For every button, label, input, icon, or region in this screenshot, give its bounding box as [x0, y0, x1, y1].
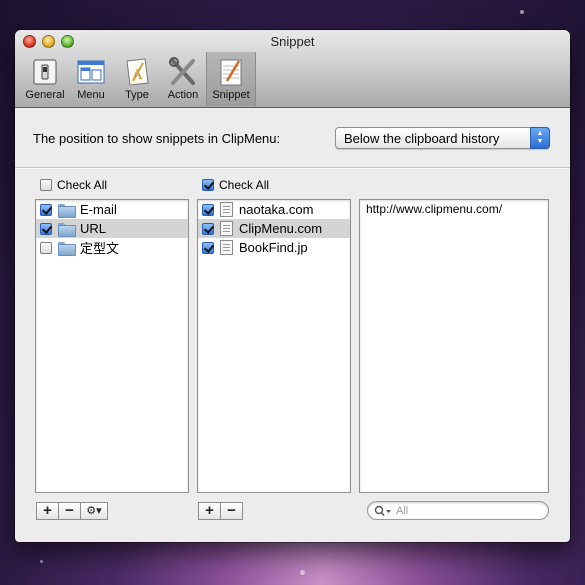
snippet-label: naotaka.com — [239, 202, 314, 217]
position-popup-value: Below the clipboard history — [344, 131, 500, 146]
add-folder-button[interactable]: + — [36, 502, 59, 520]
snippet-preferences-window: Snippet General Menu Type Action Snippet… — [15, 30, 570, 542]
gear-menu-button[interactable]: ⚙▾ — [80, 502, 108, 520]
position-section: The position to show snippets in ClipMen… — [15, 108, 570, 168]
folder-checkbox[interactable] — [40, 222, 52, 235]
position-popup[interactable]: Below the clipboard history ▲ ▼ — [335, 127, 550, 149]
snippet-icon — [220, 202, 233, 217]
snippet-icon — [220, 240, 233, 255]
folder-label: 定型文 — [80, 241, 120, 256]
add-snippet-button[interactable]: + — [198, 502, 221, 520]
folder-checkbox[interactable] — [40, 203, 52, 216]
tab-type-label: Type — [125, 89, 149, 101]
folder-icon — [58, 222, 76, 237]
notepad-icon — [220, 59, 242, 86]
snippet-list[interactable]: naotaka.com ClipMenu.com BookFind.jp — [197, 199, 351, 493]
remove-snippet-button[interactable]: − — [220, 502, 243, 520]
folders-check-all-label: Check All — [57, 178, 108, 192]
folder-row-teikeibun[interactable]: 定型文 — [36, 238, 188, 257]
search-icon — [374, 505, 391, 516]
snippet-checkbox[interactable] — [202, 241, 214, 254]
tab-snippet[interactable]: Snippet — [206, 52, 256, 106]
preference-tabs: General Menu A Type — [22, 52, 256, 106]
snippet-label: ClipMenu.com — [239, 221, 323, 236]
search-field[interactable] — [367, 501, 549, 520]
folders-check-all[interactable]: Check All — [40, 178, 107, 192]
snippet-checkbox[interactable] — [202, 203, 214, 216]
toolbar: Snippet General Menu Type Action Snippet — [15, 30, 570, 108]
folder-row-url[interactable]: URL — [36, 219, 188, 238]
gear-icon: ⚙▾ — [86, 505, 102, 517]
tab-action-label: Action — [167, 89, 199, 101]
switch-icon — [33, 59, 57, 85]
tools-icon — [169, 57, 195, 85]
snippet-icon — [220, 221, 233, 236]
folder-icon — [58, 203, 76, 218]
remove-folder-button[interactable]: − — [58, 502, 81, 520]
snippet-content-editor[interactable]: http://www.clipmenu.com/ — [359, 199, 549, 493]
tab-action[interactable]: Action — [160, 52, 206, 106]
snippet-row-naotaka[interactable]: naotaka.com — [198, 200, 350, 219]
tab-snippet-label: Snippet — [212, 89, 250, 101]
folder-checkbox[interactable] — [40, 241, 52, 254]
position-label: The position to show snippets in ClipMen… — [33, 131, 281, 146]
desktop-sparkle — [520, 10, 524, 14]
window-title: Snippet — [270, 34, 315, 49]
tab-general[interactable]: General — [22, 52, 68, 106]
type-icon: A — [126, 58, 149, 86]
snippet-row-clipmenu[interactable]: ClipMenu.com — [198, 219, 350, 238]
folder-list[interactable]: E-mail URL 定型文 — [35, 199, 189, 493]
desktop-sparkle — [300, 570, 305, 575]
snippet-row-bookfind[interactable]: BookFind.jp — [198, 238, 350, 257]
desktop-sparkle — [40, 560, 43, 563]
tab-menu[interactable]: Menu — [68, 52, 114, 106]
snippet-checkbox[interactable] — [202, 222, 214, 235]
folder-icon — [58, 241, 76, 256]
folder-button-bar: + − ⚙▾ — [36, 502, 108, 520]
snippet-button-bar: + − — [198, 502, 243, 520]
tab-general-label: General — [25, 89, 65, 101]
tab-menu-label: Menu — [77, 89, 105, 101]
search-input[interactable] — [394, 503, 534, 518]
menu-icon — [77, 60, 105, 84]
snippets-check-all[interactable]: Check All — [202, 178, 269, 192]
tab-type[interactable]: A Type — [114, 52, 160, 106]
snippets-check-all-checkbox[interactable] — [202, 179, 214, 191]
folder-label: E-mail — [80, 202, 117, 217]
folder-label: URL — [80, 221, 107, 236]
snippets-check-all-label: Check All — [219, 178, 270, 192]
updown-arrows-icon: ▲ ▼ — [530, 127, 550, 149]
divider — [15, 168, 570, 169]
folder-row-email[interactable]: E-mail — [36, 200, 188, 219]
snippet-label: BookFind.jp — [239, 240, 308, 255]
snippet-content-text[interactable]: http://www.clipmenu.com/ — [360, 200, 548, 218]
folders-check-all-checkbox[interactable] — [40, 179, 52, 191]
